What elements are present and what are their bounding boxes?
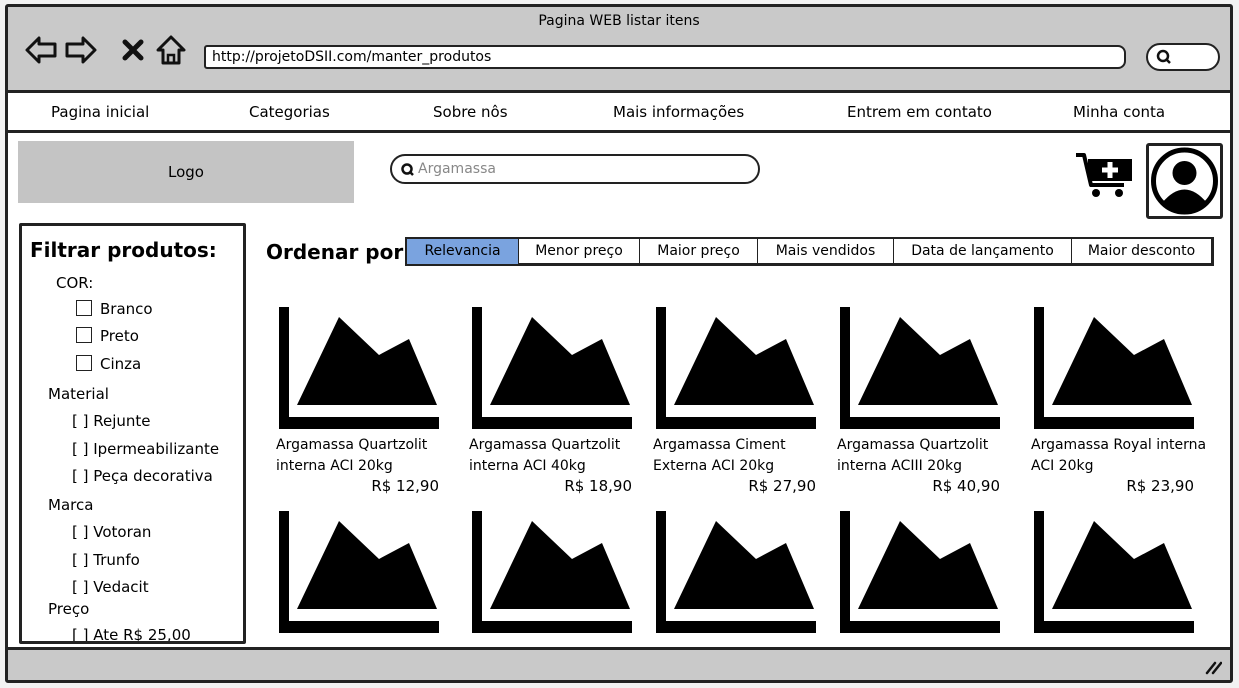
image-placeholder-icon — [840, 307, 1000, 429]
image-placeholder-icon — [656, 511, 816, 633]
checkbox[interactable] — [76, 355, 92, 371]
image-placeholder-icon — [279, 307, 439, 429]
forward-button[interactable] — [64, 33, 98, 67]
filter-brand-option[interactable]: [ ] Trunfo — [72, 551, 140, 569]
product-name: Argamassa Quartzolit interna ACIII 20kg — [837, 437, 989, 474]
menu-item-about[interactable]: Sobre nôs — [433, 103, 508, 121]
filter-material-label: Material — [48, 385, 109, 403]
resize-grip-icon[interactable] — [1204, 658, 1222, 676]
filter-material-option[interactable]: [ ] Peça decorativa — [72, 467, 213, 485]
product-price: R$ 23,90 — [1126, 477, 1194, 495]
browser-window: Pagina WEB listar itens http://projetoDS… — [5, 4, 1233, 683]
sort-label: Ordenar por: — [266, 240, 412, 264]
status-bar — [8, 647, 1230, 680]
image-placeholder-icon — [472, 511, 632, 633]
back-button[interactable] — [24, 33, 58, 67]
menu-item-home[interactable]: Pagina inicial — [51, 103, 149, 121]
product-price: R$ 40,90 — [932, 477, 1000, 495]
stop-button[interactable] — [116, 33, 150, 67]
browser-search-button[interactable] — [1146, 43, 1220, 71]
back-arrow-icon — [25, 36, 57, 64]
filter-color-option[interactable]: Preto — [76, 327, 139, 345]
checkbox[interactable] — [76, 300, 92, 316]
product-price: R$ 27,90 — [748, 477, 816, 495]
search-icon — [1156, 49, 1171, 64]
search-icon — [401, 163, 414, 176]
home-button[interactable] — [154, 33, 188, 67]
image-placeholder-icon — [656, 307, 816, 429]
sort-tab-biggest-discount[interactable]: Maior desconto — [1072, 239, 1211, 264]
forward-arrow-icon — [65, 36, 97, 64]
filter-brand-option[interactable]: [ ] Votoran — [72, 523, 151, 541]
sort-tab-lowest-price[interactable]: Menor preço — [519, 239, 640, 264]
address-bar[interactable]: http://projetoDSII.com/manter_produtos — [204, 45, 1126, 69]
product-name: Argamassa Quartzolit interna ACI 40kg — [469, 437, 621, 474]
image-placeholder-icon — [1034, 307, 1194, 429]
menu-item-categories[interactable]: Categorias — [249, 103, 330, 121]
image-placeholder-icon — [1034, 511, 1194, 633]
search-input[interactable] — [418, 159, 748, 179]
image-placeholder-icon — [279, 511, 439, 633]
product-price: R$ 18,90 — [564, 477, 632, 495]
user-icon — [1151, 147, 1218, 215]
filter-price-label: Preço — [48, 600, 90, 618]
sort-tabs: Relevancia Menor preço Maior preço Mais … — [405, 237, 1214, 266]
home-icon — [156, 35, 186, 65]
product-name: Argamassa Ciment Externa ACI 20kg — [653, 437, 786, 474]
product-name: Argamassa Quartzolit interna ACI 20kg — [276, 437, 428, 474]
filter-color-option[interactable]: Branco — [76, 300, 153, 318]
menu-item-contact[interactable]: Entrem em contato — [847, 103, 992, 121]
sort-tab-relevance[interactable]: Relevancia — [407, 239, 519, 264]
product-search[interactable] — [390, 154, 760, 184]
filter-price-option[interactable]: [ ] Ate R$ 25,00 — [72, 626, 191, 641]
sort-tab-best-sellers[interactable]: Mais vendidos — [758, 239, 894, 264]
site-logo[interactable]: Logo — [18, 141, 354, 203]
close-x-icon — [122, 39, 144, 61]
filter-material-option[interactable]: [ ] Rejunte — [72, 412, 151, 430]
menu-item-account[interactable]: Minha conta — [1073, 103, 1165, 121]
image-placeholder-icon — [472, 307, 632, 429]
browser-chrome: Pagina WEB listar itens http://projetoDS… — [8, 7, 1230, 93]
filter-title: Filtrar produtos: — [30, 238, 217, 262]
main-menu: Pagina inicial Categorias Sobre nôs Mais… — [8, 93, 1230, 133]
filter-material-option[interactable]: [ ] Ipermeabilizante — [72, 440, 219, 458]
add-to-cart-icon[interactable] — [1074, 149, 1134, 199]
filter-color-option[interactable]: Cinza — [76, 355, 141, 373]
sort-tab-highest-price[interactable]: Maior preço — [640, 239, 758, 264]
window-title: Pagina WEB listar itens — [538, 13, 700, 29]
filter-brand-option[interactable]: [ ] Vedacit — [72, 578, 149, 596]
product-price: R$ 12,90 — [371, 477, 439, 495]
filter-color-label: COR: — [56, 274, 94, 292]
image-placeholder-icon — [840, 511, 1000, 633]
checkbox[interactable] — [76, 327, 92, 343]
product-name: Argamassa Royal interna ACI 20kg — [1031, 437, 1207, 474]
sort-tab-release-date[interactable]: Data de lançamento — [894, 239, 1072, 264]
user-avatar[interactable] — [1146, 143, 1223, 219]
filter-brand-label: Marca — [48, 496, 94, 514]
filter-panel: Filtrar produtos: COR: Branco Preto Cinz… — [19, 223, 246, 644]
menu-item-more-info[interactable]: Mais informações — [613, 103, 744, 121]
